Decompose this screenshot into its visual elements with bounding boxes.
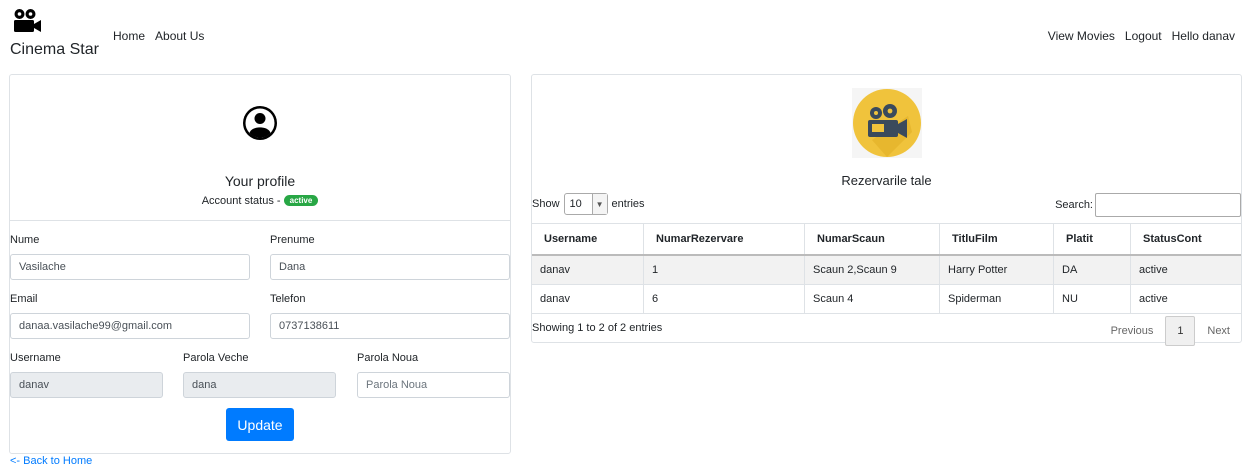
- search-label: Search:: [1055, 199, 1093, 211]
- column-header-numarscaun[interactable]: NumarScaun: [804, 223, 940, 256]
- table-cell: Harry Potter: [939, 254, 1054, 285]
- reservations-table: Username NumarRezervare NumarScaun Titlu…: [532, 223, 1241, 314]
- profile-title: Your profile: [224, 173, 296, 189]
- profile-divider: [10, 220, 510, 221]
- table-cell: Scaun 4: [804, 284, 940, 314]
- column-header-platit[interactable]: Platit: [1053, 223, 1131, 256]
- nav-user-greeting[interactable]: Hello danav: [1172, 29, 1235, 43]
- nav-right: View Movies Logout Hello danav: [1048, 29, 1235, 43]
- reservations-card: Rezervarile tale Show 10 ▼ entries Searc…: [531, 74, 1242, 346]
- nav-view-movies-link[interactable]: View Movies: [1048, 29, 1115, 43]
- nav-left: Home About Us: [113, 29, 204, 43]
- prenume-label: Prenume: [270, 234, 315, 246]
- update-button[interactable]: Update: [226, 408, 294, 441]
- table-cell: danav: [532, 284, 644, 314]
- username-input[interactable]: [10, 372, 163, 398]
- telefon-label: Telefon: [270, 293, 306, 305]
- pagination-previous[interactable]: Previous: [1111, 325, 1154, 337]
- back-to-home-link[interactable]: <- Back to Home: [10, 455, 92, 467]
- film-projector-icon: [852, 88, 922, 158]
- prenume-input[interactable]: [270, 254, 510, 280]
- table-search: Search:: [1055, 193, 1241, 217]
- reservations-title: Rezervarile tale: [841, 173, 932, 188]
- table-cell: active: [1130, 284, 1241, 314]
- nav-about-link[interactable]: About Us: [155, 29, 204, 43]
- column-header-username[interactable]: Username: [532, 223, 644, 256]
- entries-label: entries: [611, 198, 645, 210]
- table-cell: 6: [643, 284, 805, 314]
- table-cell: 1: [643, 254, 805, 285]
- search-input[interactable]: [1095, 193, 1241, 217]
- entries-select-value: 10: [569, 198, 582, 210]
- account-status-label: Account status -: [201, 195, 281, 207]
- table-cell: Spiderman: [939, 284, 1054, 314]
- nume-input[interactable]: [10, 254, 250, 280]
- telefon-input[interactable]: [270, 313, 510, 339]
- table-cell: danav: [532, 254, 644, 285]
- entries-select[interactable]: 10 ▼: [563, 193, 608, 215]
- chevron-down-icon: ▼: [591, 194, 607, 214]
- navbar: Cinema Star Home About Us View Movies Lo…: [0, 0, 1242, 68]
- brand-name[interactable]: Cinema Star: [10, 41, 99, 59]
- table-row: danav 1 Scaun 2,Scaun 9 Harry Potter DA …: [532, 254, 1241, 285]
- movie-camera-icon: [14, 9, 41, 32]
- account-status: Account status - active: [10, 195, 510, 207]
- nume-label: Nume: [10, 234, 40, 246]
- user-circle-icon: [243, 106, 277, 140]
- email-label: Email: [10, 293, 38, 305]
- column-header-statuscont[interactable]: StatusCont: [1130, 223, 1241, 256]
- username-label: Username: [10, 352, 61, 364]
- parola-veche-label: Parola Veche: [183, 352, 249, 364]
- pagination: Previous 1 Next: [1111, 316, 1230, 346]
- profile-card: Your profile Account status - active Num…: [9, 74, 511, 454]
- table-info: Showing 1 to 2 of 2 entries: [532, 322, 663, 334]
- parola-noua-input[interactable]: [357, 372, 510, 398]
- table-header-row: Username NumarRezervare NumarScaun Titlu…: [532, 223, 1241, 256]
- table-cell: active: [1130, 254, 1241, 285]
- pagination-page-1[interactable]: 1: [1165, 316, 1196, 346]
- column-header-titlufilm[interactable]: TitluFilm: [939, 223, 1054, 256]
- status-badge: active: [283, 195, 319, 206]
- table-cell: NU: [1053, 284, 1131, 314]
- column-header-numarrezervare[interactable]: NumarRezervare: [643, 223, 805, 256]
- email-input[interactable]: [10, 313, 250, 339]
- pagination-next[interactable]: Next: [1207, 325, 1230, 337]
- table-row: danav 6 Scaun 4 Spiderman NU active: [532, 284, 1241, 314]
- show-label: Show: [532, 198, 560, 210]
- table-cell: Scaun 2,Scaun 9: [804, 254, 940, 285]
- parola-veche-input[interactable]: [183, 372, 336, 398]
- nav-logout-link[interactable]: Logout: [1125, 29, 1162, 43]
- entries-length-control: Show 10 ▼ entries: [532, 193, 645, 215]
- table-cell: DA: [1053, 254, 1131, 285]
- nav-home-link[interactable]: Home: [113, 29, 145, 43]
- parola-noua-label: Parola Noua: [357, 352, 419, 364]
